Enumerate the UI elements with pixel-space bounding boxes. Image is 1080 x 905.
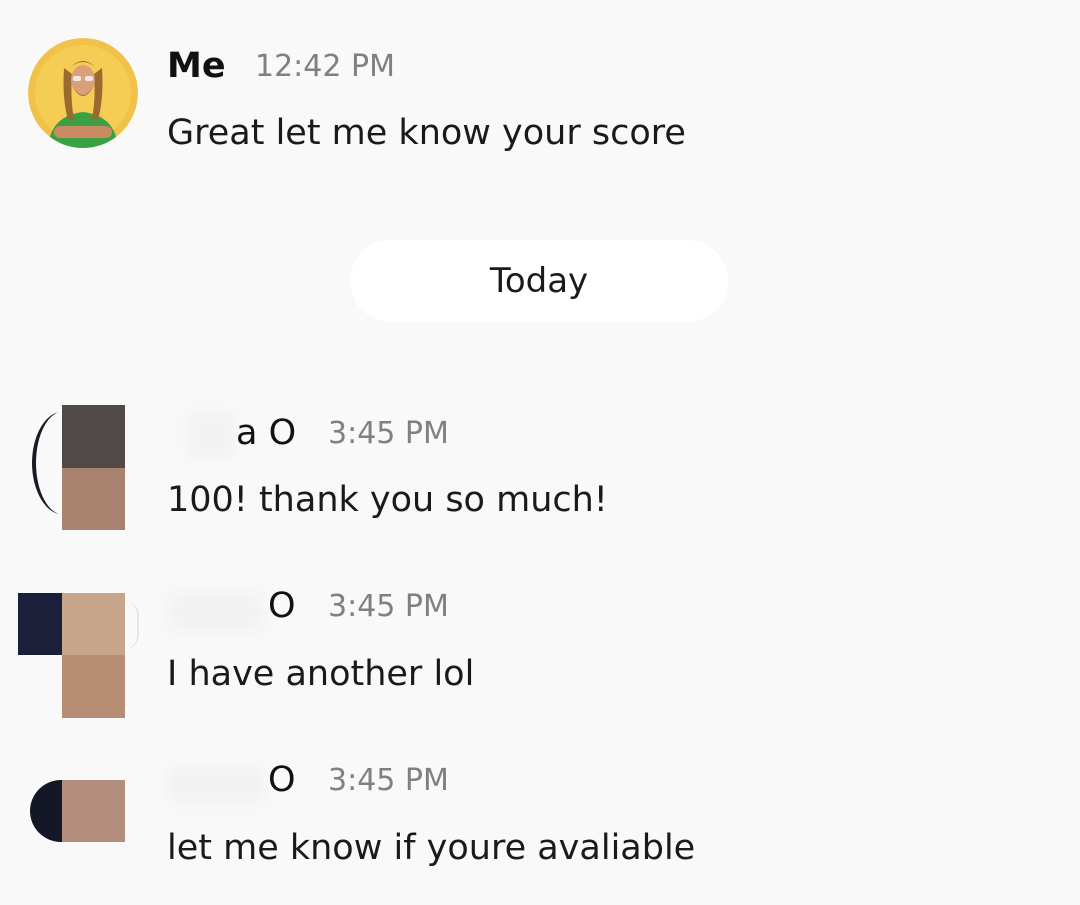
message-text: 100! thank you so much! <box>167 480 608 520</box>
avatar[interactable] <box>28 405 138 530</box>
avatar[interactable] <box>28 38 138 148</box>
sender-name: Me <box>167 46 226 86</box>
message-text: I have another lol <box>167 654 475 694</box>
avatar[interactable] <box>18 780 138 905</box>
sender-name: O <box>268 760 296 800</box>
message-timestamp: 3:45 PM <box>328 763 449 798</box>
sender-name: O <box>268 586 296 626</box>
message-timestamp: 12:42 PM <box>255 49 395 84</box>
date-divider-label: Today <box>489 261 589 301</box>
message-timestamp: 3:45 PM <box>328 589 449 624</box>
sender-name: a O <box>236 413 297 453</box>
message-text: let me know if youre avaliable <box>167 828 696 868</box>
message-text: Great let me know your score <box>167 113 686 153</box>
avatar[interactable] <box>18 593 139 718</box>
date-divider: Today <box>350 240 728 322</box>
message-timestamp: 3:45 PM <box>328 416 449 451</box>
